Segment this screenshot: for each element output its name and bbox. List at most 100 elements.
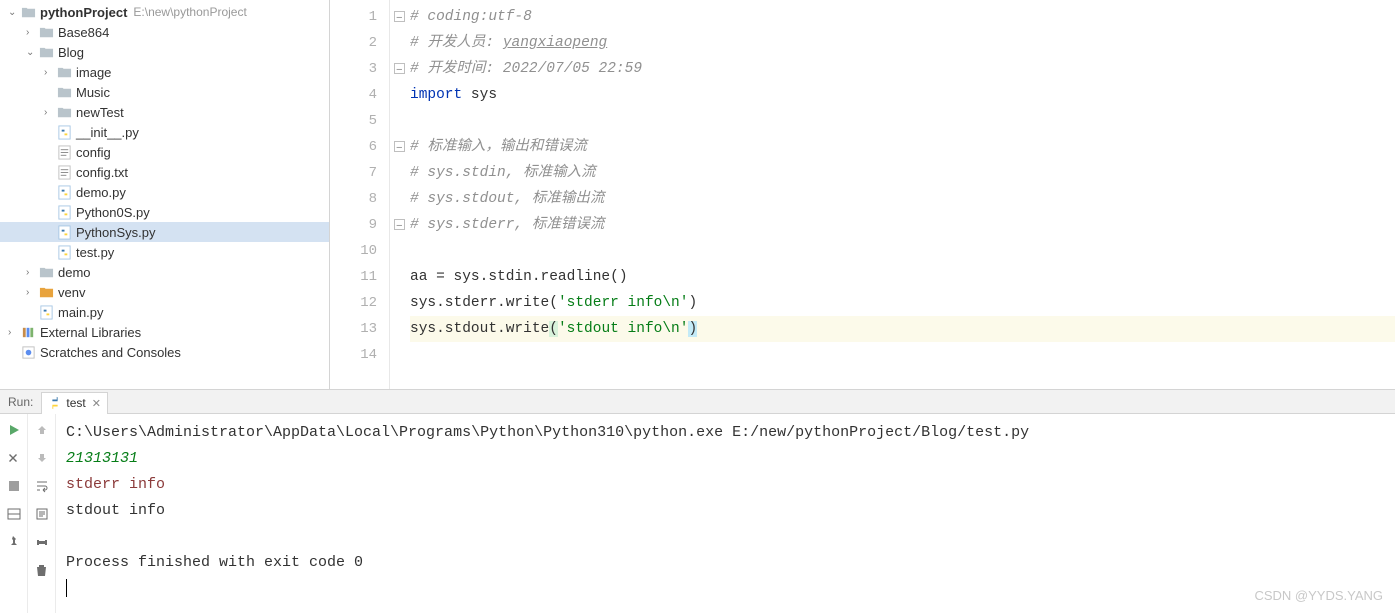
close-icon[interactable]: ✕ [92,397,101,410]
tree-item-label: config [76,145,111,160]
code-content[interactable]: # coding:utf-8# 开发人员: yangxiaopeng# 开发时间… [390,0,1395,389]
chevron-right-icon[interactable]: › [26,287,36,298]
tree-item-config[interactable]: config [0,142,329,162]
scroll-button[interactable] [32,504,52,524]
run-panel: C:\Users\Administrator\AppData\Local\Pro… [0,414,1395,613]
rerun-button[interactable] [4,420,24,440]
tree-item-music[interactable]: Music [0,82,329,102]
tree-item-label: newTest [76,105,124,120]
code-line-13[interactable]: sys.stdout.write('stdout info\n') [410,316,1395,342]
tree-item-label: External Libraries [40,325,141,340]
layout-button[interactable] [4,504,24,524]
project-tree[interactable]: ⌄pythonProjectE:\new\pythonProject›Base8… [0,0,330,389]
tree-item-newtest[interactable]: › newTest [0,102,329,122]
tree-item-demo[interactable]: › demo [0,262,329,282]
chevron-down-icon[interactable]: ⌄ [26,47,36,58]
console-stderr: stderr info [66,472,1385,498]
pyfile-icon [56,204,72,220]
code-line-3[interactable]: # 开发时间: 2022/07/05 22:59 [410,56,1395,82]
run-toolbar-left [0,414,28,613]
chevron-right-icon[interactable]: › [44,67,54,78]
code-line-2[interactable]: # 开发人员: yangxiaopeng [410,30,1395,56]
tree-item-base864[interactable]: › Base864 [0,22,329,42]
tree-item---init---py[interactable]: __init__.py [0,122,329,142]
run-tab-test[interactable]: test ✕ [41,392,108,414]
tree-item-label: pythonProject [40,5,127,20]
tree-item-pythonsys-py[interactable]: PythonSys.py [0,222,329,242]
tree-item-label: venv [58,285,85,300]
code-line-11[interactable]: aa = sys.stdin.readline() [410,264,1395,290]
code-line-1[interactable]: # coding:utf-8 [410,4,1395,30]
pin-button[interactable] [4,532,24,552]
tree-item-scratches-and-consoles[interactable]: Scratches and Consoles [0,342,329,362]
code-line-8[interactable]: # sys.stdout, 标准输出流 [410,186,1395,212]
chevron-right-icon[interactable]: › [26,27,36,38]
wrap-button[interactable] [32,476,52,496]
tree-item-label: image [76,65,111,80]
txtfile-icon [56,164,72,180]
pyfile-icon [56,244,72,260]
code-line-7[interactable]: # sys.stdin, 标准输入流 [410,160,1395,186]
settings-button[interactable] [4,448,24,468]
code-line-4[interactable]: import sys [410,82,1395,108]
tree-item-config-txt[interactable]: config.txt [0,162,329,182]
code-line-6[interactable]: # 标准输入，输出和错误流 [410,134,1395,160]
folder-icon [56,104,72,120]
scratch-icon [20,344,36,360]
code-line-9[interactable]: # sys.stderr, 标准错误流 [410,212,1395,238]
run-toolbar-left2 [28,414,56,613]
chevron-right-icon[interactable]: › [8,327,18,338]
tree-item-label: test.py [76,245,114,260]
console-input-echo: 21313131 [66,446,1385,472]
watermark: CSDN @YYDS.YANG [1254,583,1383,609]
console-caret [66,579,67,597]
up-button[interactable] [32,420,52,440]
stop-button[interactable] [4,476,24,496]
tree-item-label: Music [76,85,110,100]
tree-item-venv[interactable]: › venv [0,282,329,302]
chevron-down-icon[interactable]: ⌄ [8,7,18,18]
code-line-5[interactable] [410,108,1395,134]
tree-item-label: PythonSys.py [76,225,156,240]
tree-item-label: Blog [58,45,84,60]
tree-item-label: main.py [58,305,104,320]
tree-item-label: demo [58,265,91,280]
folder-root-icon [20,4,36,20]
code-editor[interactable]: 1234567891011121314 # coding:utf-8# 开发人员… [330,0,1395,389]
tree-item-python0s-py[interactable]: Python0S.py [0,202,329,222]
tree-item-label: Scratches and Consoles [40,345,181,360]
tree-item-main-py[interactable]: main.py [0,302,329,322]
tree-item-external-libraries[interactable]: › External Libraries [0,322,329,342]
trash-button[interactable] [32,560,52,580]
console-command: C:\Users\Administrator\AppData\Local\Pro… [66,420,1385,446]
tree-item-demo-py[interactable]: demo.py [0,182,329,202]
run-tab-label: test [66,396,85,410]
tree-item-label: demo.py [76,185,126,200]
folder-icon [56,64,72,80]
folder-excl-icon [38,284,54,300]
down-button[interactable] [32,448,52,468]
chevron-right-icon[interactable]: › [44,107,54,118]
code-line-14[interactable] [410,342,1395,368]
pyfile-icon [38,304,54,320]
tree-item-image[interactable]: › image [0,62,329,82]
tree-item-label: Python0S.py [76,205,150,220]
run-console[interactable]: C:\Users\Administrator\AppData\Local\Pro… [56,414,1395,613]
folder-icon [38,264,54,280]
tree-item-label: Base864 [58,25,109,40]
folder-icon [38,24,54,40]
code-line-10[interactable] [410,238,1395,264]
extlib-icon [20,324,36,340]
line-gutter: 1234567891011121314 [330,0,390,389]
pyfile-icon [56,124,72,140]
tree-item-pythonproject[interactable]: ⌄pythonProjectE:\new\pythonProject [0,2,329,22]
print-button[interactable] [32,532,52,552]
chevron-right-icon[interactable]: › [26,267,36,278]
run-tab-bar: Run: test ✕ [0,390,1395,414]
console-exit: Process finished with exit code 0 [66,550,1385,576]
code-line-12[interactable]: sys.stderr.write('stderr info\n') [410,290,1395,316]
tree-item-blog[interactable]: ⌄ Blog [0,42,329,62]
tree-item-test-py[interactable]: test.py [0,242,329,262]
pyfile-icon [56,224,72,240]
python-icon [48,396,62,410]
